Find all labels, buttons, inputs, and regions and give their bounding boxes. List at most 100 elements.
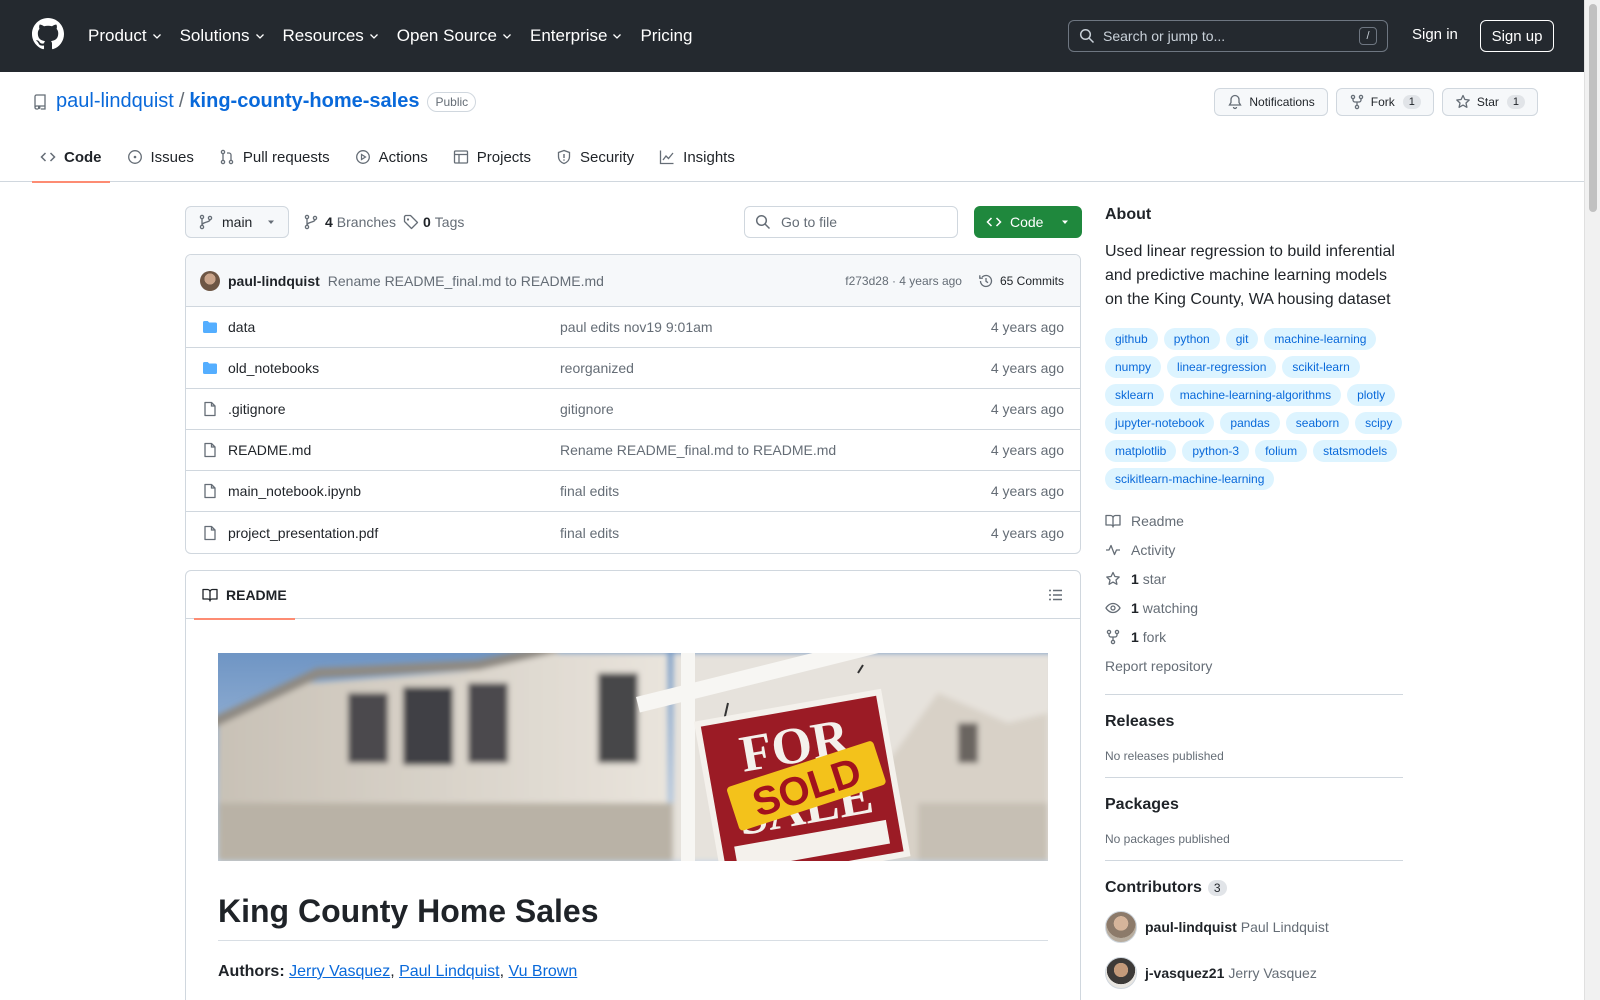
visibility-badge: Public: [427, 91, 477, 112]
file-row[interactable]: project_presentation.pdf final edits 4 y…: [186, 512, 1080, 553]
avatar[interactable]: [200, 270, 220, 291]
commit-message[interactable]: Rename README_final.md to README.md: [328, 273, 845, 289]
page-scrollbar[interactable]: [1584, 0, 1600, 1000]
author-link[interactable]: Vu Brown: [508, 963, 577, 980]
topic-tag[interactable]: seaborn: [1285, 412, 1350, 434]
nav-resources[interactable]: Resources: [283, 26, 380, 46]
releases-empty-text: No releases published: [1105, 749, 1224, 763]
topic-tag[interactable]: python-3: [1182, 440, 1250, 462]
topic-tag[interactable]: numpy: [1105, 356, 1162, 378]
commits-link[interactable]: 65 Commits: [978, 273, 1064, 289]
file-name[interactable]: README.md: [228, 442, 560, 458]
repo-owner-link[interactable]: paul-lindquist: [56, 90, 174, 113]
sign-in-link[interactable]: Sign in: [1412, 26, 1458, 43]
report-repository-link[interactable]: Report repository: [1105, 651, 1403, 680]
contributor-item[interactable]: paul-lindquist Paul Lindquist: [1105, 911, 1403, 943]
topic-tag[interactable]: scikit-learn: [1282, 356, 1360, 378]
topic-tag[interactable]: jupyter-notebook: [1105, 412, 1215, 434]
branches-link[interactable]: 4 Branches: [303, 214, 396, 230]
topic-tag[interactable]: machine-learning: [1264, 328, 1377, 350]
code-button[interactable]: Code: [974, 206, 1082, 238]
nav-product[interactable]: Product: [88, 26, 163, 46]
contributor-login[interactable]: j-vasquez21: [1145, 965, 1224, 981]
fork-icon: [1106, 629, 1120, 644]
tab-actions[interactable]: Actions: [347, 132, 436, 182]
branch-selector[interactable]: main: [185, 206, 289, 238]
file-name[interactable]: project_presentation.pdf: [228, 525, 560, 541]
tab-pull-requests[interactable]: Pull requests: [211, 132, 338, 182]
file-row[interactable]: data paul edits nov19 9:01am 4 years ago: [186, 307, 1080, 348]
stars-link[interactable]: 1 star: [1105, 564, 1403, 593]
topic-tag[interactable]: folium: [1255, 440, 1308, 462]
watchers-link[interactable]: 1 watching: [1105, 593, 1403, 622]
avatar[interactable]: [1105, 911, 1137, 943]
nav-enterprise[interactable]: Enterprise: [530, 26, 623, 46]
topic-tag[interactable]: scipy: [1355, 412, 1403, 434]
nav-solutions[interactable]: Solutions: [180, 26, 266, 46]
topic-tag[interactable]: git: [1225, 328, 1259, 350]
notifications-button[interactable]: Notifications: [1214, 88, 1328, 116]
avatar[interactable]: [1105, 957, 1137, 989]
nav-pricing[interactable]: Pricing: [640, 26, 692, 46]
file-date: 4 years ago: [990, 442, 1064, 458]
file-name[interactable]: .gitignore: [228, 401, 560, 417]
file-commit-message[interactable]: Rename README_final.md to README.md: [560, 442, 991, 458]
tab-projects[interactable]: Projects: [445, 132, 539, 182]
topic-tag[interactable]: statsmodels: [1313, 440, 1398, 462]
topic-tag[interactable]: scikitlearn-machine-learning: [1105, 468, 1275, 490]
topic-tag[interactable]: sklearn: [1105, 384, 1164, 406]
releases-heading[interactable]: Releases: [1105, 713, 1403, 731]
file-commit-message[interactable]: reorganized: [560, 360, 991, 376]
topic-tag[interactable]: pandas: [1220, 412, 1280, 434]
contributors-heading[interactable]: Contributors 3: [1105, 879, 1403, 897]
file-table: paul-lindquist Rename README_final.md to…: [185, 254, 1081, 554]
file-row[interactable]: main_notebook.ipynb final edits 4 years …: [186, 471, 1080, 512]
sign-up-button[interactable]: Sign up: [1480, 20, 1554, 52]
commit-author[interactable]: paul-lindquist: [228, 273, 320, 289]
activity-link[interactable]: Activity: [1105, 535, 1403, 564]
contributor-item[interactable]: j-vasquez21 Jerry Vasquez: [1105, 957, 1403, 989]
file-row[interactable]: .gitignore gitignore 4 years ago: [186, 389, 1080, 430]
repo-name-link[interactable]: king-county-home-sales: [189, 90, 419, 113]
readme-tab-label: README: [226, 586, 287, 603]
topic-tag[interactable]: machine-learning-algorithms: [1169, 384, 1342, 406]
go-to-file-input[interactable]: Go to file: [744, 206, 958, 238]
topic-tag[interactable]: plotly: [1347, 384, 1396, 406]
star-button[interactable]: Star 1: [1441, 88, 1538, 116]
file-commit-message[interactable]: final edits: [560, 525, 991, 541]
file-row[interactable]: old_notebooks reorganized 4 years ago: [186, 348, 1080, 389]
readme-tab[interactable]: README: [194, 571, 295, 620]
file-name[interactable]: old_notebooks: [228, 360, 560, 376]
github-logo-icon[interactable]: [32, 18, 64, 50]
scrollbar-thumb[interactable]: [1589, 4, 1597, 212]
readme-link[interactable]: Readme: [1105, 506, 1403, 535]
topic-tag[interactable]: matplotlib: [1105, 440, 1177, 462]
commit-meta[interactable]: f273d28 · 4 years ago: [845, 274, 962, 288]
author-link[interactable]: Jerry Vasquez: [289, 963, 390, 980]
fork-button[interactable]: Fork 1: [1335, 88, 1434, 116]
topic-tag[interactable]: python: [1163, 328, 1220, 350]
file-commit-message[interactable]: paul edits nov19 9:01am: [560, 319, 991, 335]
file-name[interactable]: data: [228, 319, 560, 335]
author-link[interactable]: Paul Lindquist: [399, 963, 500, 980]
about-heading: About: [1105, 206, 1152, 223]
file-name[interactable]: main_notebook.ipynb: [228, 483, 560, 499]
forks-link[interactable]: 1 fork: [1105, 622, 1403, 651]
stars-label: star: [1142, 570, 1167, 587]
contributor-login[interactable]: paul-lindquist: [1145, 919, 1237, 935]
topic-tag[interactable]: github: [1105, 328, 1158, 350]
file-commit-message[interactable]: final edits: [560, 483, 991, 499]
file-commit-message[interactable]: gitignore: [560, 401, 991, 417]
packages-heading[interactable]: Packages: [1105, 796, 1403, 814]
list-icon[interactable]: [1048, 587, 1064, 603]
tab-code[interactable]: Code: [32, 132, 110, 183]
nav-open-source[interactable]: Open Source: [397, 26, 513, 46]
latest-commit-row: paul-lindquist Rename README_final.md to…: [186, 255, 1080, 307]
global-search-input[interactable]: Search or jump to... /: [1068, 20, 1388, 52]
file-row[interactable]: README.md Rename README_final.md to READ…: [186, 430, 1080, 471]
tags-link[interactable]: 0 Tags: [403, 214, 464, 230]
tab-issues[interactable]: Issues: [119, 132, 202, 182]
tab-insights[interactable]: Insights: [651, 132, 743, 182]
topic-tag[interactable]: linear-regression: [1167, 356, 1277, 378]
tab-security[interactable]: Security: [548, 132, 642, 182]
